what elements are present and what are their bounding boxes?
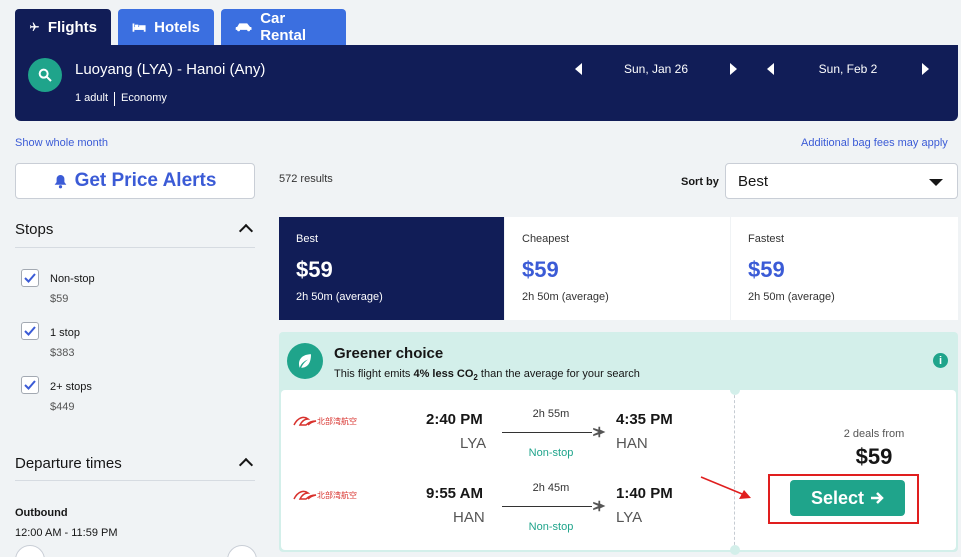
search-summary[interactable]: Luoyang (LYA) - Hanoi (Any) 1 adult Econ…	[15, 45, 958, 121]
sort-tab-label: Best	[296, 233, 319, 245]
sort-tab-label: Fastest	[748, 233, 785, 245]
airline-name: 北部湾航空	[317, 416, 357, 426]
flight-details[interactable]: 北部湾航空 2:40 PM LYA 2h 55m Non-stop 4:35 P…	[281, 385, 956, 555]
destination-code: LYA	[616, 509, 643, 526]
time-slider-end-handle[interactable]	[227, 545, 257, 557]
tab-car-rental[interactable]: Car Rental	[221, 9, 346, 45]
stop-option-label: 1 stop	[50, 327, 80, 339]
checkmark-icon	[24, 380, 36, 390]
search-icon[interactable]	[28, 58, 62, 92]
depart-time: 9:55 AM	[426, 485, 483, 502]
leg-stops: Non-stop	[528, 521, 574, 533]
sort-value: Best	[738, 172, 769, 190]
tab-label: Car Rental	[260, 10, 307, 44]
stop-option-label: 2+ stops	[50, 381, 92, 393]
outbound-label: Outbound	[15, 507, 68, 519]
plane-icon	[29, 22, 39, 32]
plane-icon	[593, 426, 606, 438]
tab-label: Flights	[47, 18, 97, 36]
stop-option-price: $449	[50, 401, 75, 413]
show-whole-month-link[interactable]: Show whole month	[15, 137, 108, 149]
return-date-control: Sun, Feb 2	[767, 62, 929, 76]
greener-choice-title: Greener choice	[334, 345, 444, 362]
get-price-alerts-button[interactable]: Get Price Alerts	[15, 163, 255, 199]
dropdown-arrow-icon	[929, 179, 943, 186]
plane-icon	[593, 500, 606, 512]
greener-choice-description: This flight emits 4% less CO2 than the a…	[334, 368, 640, 383]
collapse-stops-icon[interactable]	[238, 223, 254, 239]
arrive-time: 1:40 PM	[616, 485, 673, 502]
tab-label: Hotels	[154, 18, 200, 36]
result-card: Greener choice This flight emits 4% less…	[279, 332, 958, 555]
stop-option-price: $383	[50, 347, 75, 359]
prev-depart-date-icon[interactable]	[575, 63, 582, 75]
info-icon[interactable]: i	[933, 353, 948, 368]
sort-by-label: Sort by	[681, 176, 719, 188]
sort-tab-duration: 2h 50m (average)	[296, 291, 383, 303]
sort-select[interactable]: Best	[725, 163, 958, 199]
origin-code: HAN	[453, 509, 485, 526]
cabin-class: Economy	[121, 92, 167, 104]
alerts-label: Get Price Alerts	[74, 170, 217, 191]
select-highlight: Select	[768, 474, 919, 524]
deal-price: $59	[855, 444, 893, 469]
depart-time: 2:40 PM	[426, 411, 483, 428]
stop-option-label: Non-stop	[50, 273, 95, 285]
airline-logo: 北部湾航空	[293, 489, 357, 501]
checkbox-1-stop[interactable]	[21, 322, 39, 340]
sort-tab-cheapest[interactable]: Cheapest $59 2h 50m (average)	[505, 217, 730, 320]
sort-tab-duration: 2h 50m (average)	[748, 291, 835, 303]
leg-duration: 2h 45m	[532, 482, 570, 494]
select-label: Select	[810, 487, 865, 508]
destination-code: HAN	[616, 435, 648, 452]
leg-duration: 2h 55m	[532, 408, 570, 420]
passengers: 1 adult	[75, 92, 109, 104]
sort-tab-price: $59	[522, 257, 559, 282]
sort-tab-fastest[interactable]: Fastest $59 2h 50m (average)	[731, 217, 958, 320]
route-text: Luoyang (LYA) - Hanoi (Any)	[75, 61, 266, 78]
origin-code: LYA	[460, 435, 487, 452]
checkmark-icon	[24, 273, 36, 283]
departure-times-title: Departure times	[15, 455, 122, 472]
stop-option-price: $59	[50, 293, 69, 305]
select-button[interactable]: Select	[790, 480, 905, 516]
sort-tab-price: $59	[748, 257, 785, 282]
checkbox-2-stops[interactable]	[21, 376, 39, 394]
stops-filter-title: Stops	[15, 221, 54, 238]
collapse-departure-icon[interactable]	[238, 457, 254, 473]
deals-count: 2 deals from	[843, 428, 905, 440]
arrive-time: 4:35 PM	[616, 411, 673, 428]
outbound-range: 12:00 AM - 11:59 PM	[15, 527, 118, 539]
bed-icon	[132, 23, 146, 32]
trip-details: 1 adult Economy	[75, 92, 167, 106]
next-return-date-icon[interactable]	[922, 63, 929, 75]
airline-logo: 北部湾航空	[293, 415, 357, 427]
bell-icon	[54, 174, 66, 188]
prev-return-date-icon[interactable]	[767, 63, 774, 75]
airline-name: 北部湾航空	[317, 490, 357, 500]
checkbox-nonstop[interactable]	[21, 269, 39, 287]
time-slider-start-handle[interactable]	[15, 545, 45, 557]
tab-hotels[interactable]: Hotels	[118, 9, 214, 45]
depart-date-control: Sun, Jan 26	[575, 62, 737, 76]
sort-tab-best[interactable]: Best $59 2h 50m (average)	[279, 217, 504, 320]
bag-fees-link[interactable]: Additional bag fees may apply	[801, 137, 948, 149]
annotation-arrow	[700, 476, 751, 499]
arrow-right-icon	[871, 492, 884, 504]
sort-tab-label: Cheapest	[522, 233, 570, 245]
car-icon	[235, 23, 252, 32]
depart-date[interactable]: Sun, Jan 26	[582, 62, 730, 76]
leg-stops: Non-stop	[528, 447, 574, 459]
checkmark-icon	[24, 326, 36, 336]
next-depart-date-icon[interactable]	[730, 63, 737, 75]
sort-tab-price: $59	[296, 257, 333, 282]
tab-flights[interactable]: Flights	[15, 9, 111, 45]
results-count: 572 results	[279, 173, 333, 185]
return-date[interactable]: Sun, Feb 2	[774, 62, 922, 76]
leaf-icon	[287, 343, 323, 379]
sort-tab-duration: 2h 50m (average)	[522, 291, 609, 303]
